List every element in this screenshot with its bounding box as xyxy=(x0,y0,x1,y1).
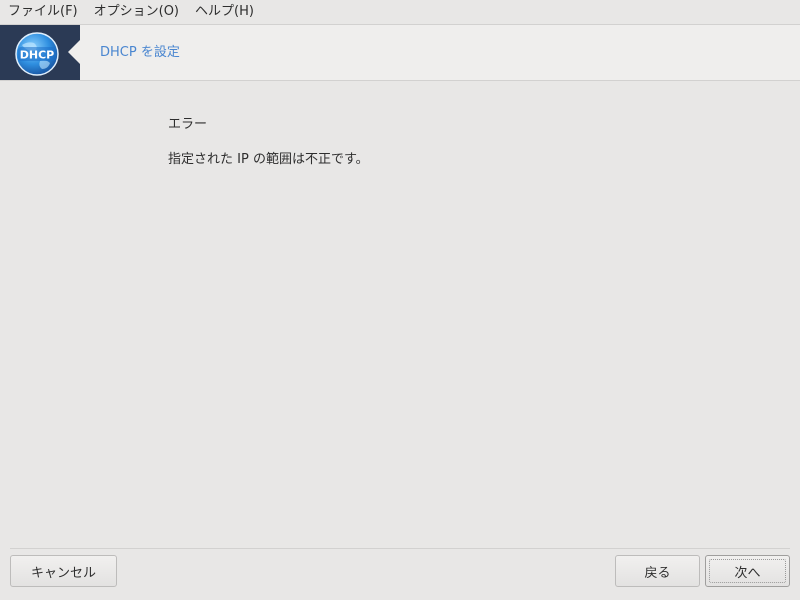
header-notch xyxy=(68,40,80,64)
wizard-header: DHCP DHCP を設定 xyxy=(0,25,800,81)
cancel-button[interactable]: キャンセル xyxy=(10,555,117,587)
menubar: ファイル(F) オプション(O) ヘルプ(H) xyxy=(0,0,800,25)
page-title: DHCP を設定 xyxy=(100,45,180,60)
dhcp-logo: DHCP xyxy=(0,25,80,80)
menu-file[interactable]: ファイル(F) xyxy=(0,0,86,24)
wizard-content: エラー 指定された IP の範囲は不正です。 xyxy=(0,81,800,548)
menu-options[interactable]: オプション(O) xyxy=(86,0,187,24)
menu-help[interactable]: ヘルプ(H) xyxy=(187,0,262,24)
next-button-label: 次へ xyxy=(734,565,761,581)
footer-divider xyxy=(10,548,790,549)
dhcp-globe-icon: DHCP xyxy=(15,32,59,76)
error-title: エラー xyxy=(168,117,208,132)
logo-text: DHCP xyxy=(20,49,54,62)
cancel-button-label: キャンセル xyxy=(30,565,96,581)
error-message: 指定された IP の範囲は不正です。 xyxy=(168,152,369,167)
back-button[interactable]: 戻る xyxy=(615,555,700,587)
next-button[interactable]: 次へ xyxy=(705,555,790,587)
back-button-label: 戻る xyxy=(644,565,671,581)
